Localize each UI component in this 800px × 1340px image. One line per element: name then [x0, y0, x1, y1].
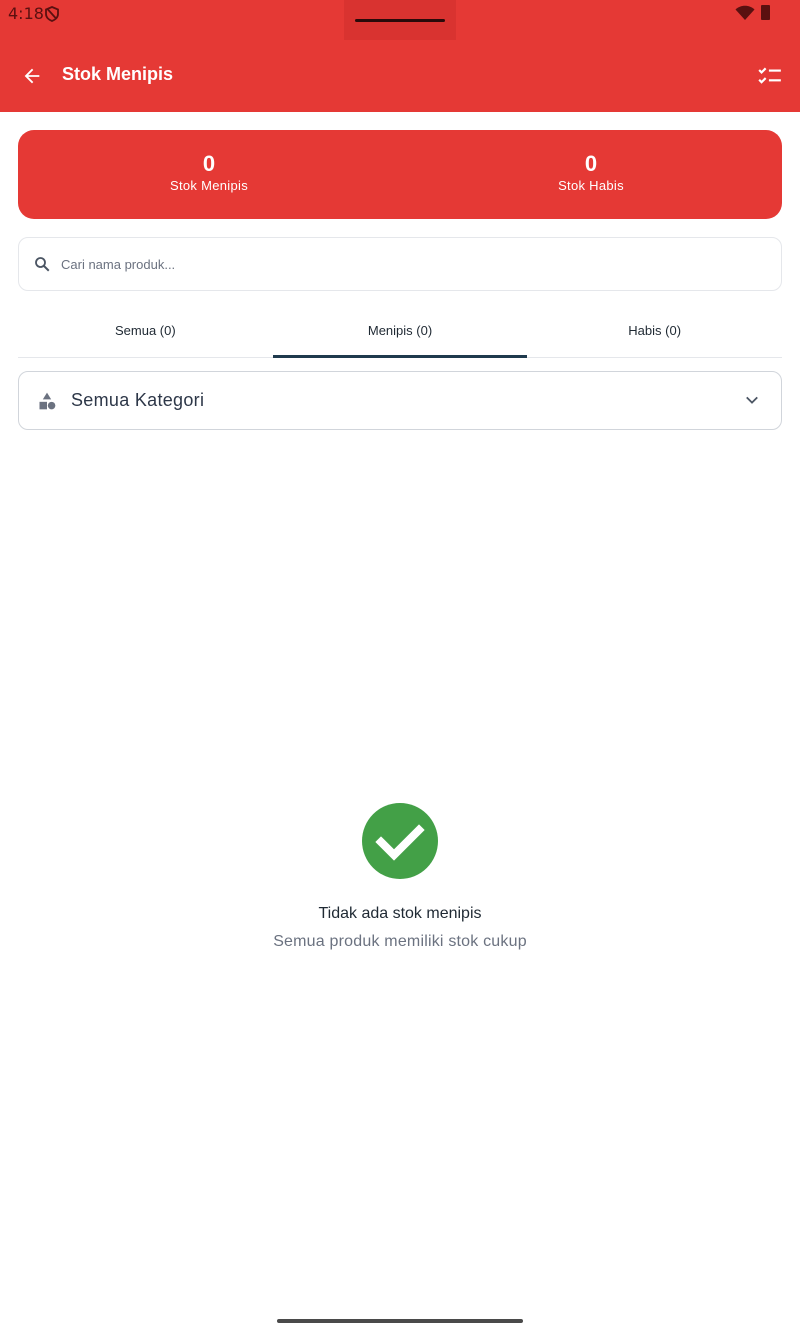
app-bar: 4:18 Stok Menipis	[0, 0, 800, 112]
search-icon	[35, 257, 50, 272]
wifi-icon	[735, 5, 755, 20]
tab-out-of-stock[interactable]: Habis (0)	[527, 304, 782, 357]
empty-state-title: Tidak ada stok menipis	[318, 905, 482, 922]
out-of-stock-label: Stok Habis	[558, 178, 624, 193]
home-indicator[interactable]	[277, 1319, 523, 1323]
out-of-stock-count: 0	[584, 151, 598, 176]
page-title: Stok Menipis	[62, 64, 174, 84]
stock-summary-card: 0 Stok Menipis 0 Stok Habis	[18, 130, 782, 219]
category-icon	[39, 392, 56, 409]
category-dropdown[interactable]: Semua Kategori	[18, 371, 782, 430]
checklist-icon	[758, 67, 781, 84]
empty-state-subtitle: Semua produk memiliki stok cukup	[273, 933, 527, 950]
low-stock-count: 0	[202, 151, 216, 176]
select-mode-button[interactable]	[754, 60, 786, 92]
notch-indicator	[355, 19, 445, 22]
out-of-stock-summary: 0 Stok Habis	[400, 130, 782, 219]
chevron-down-icon	[746, 396, 758, 404]
empty-state: Tidak ada stok menipis Semua produk memi…	[0, 803, 800, 951]
tab-low-stock[interactable]: Menipis (0)	[272, 304, 528, 358]
tab-all[interactable]: Semua (0)	[18, 304, 273, 357]
shield-icon	[45, 6, 59, 22]
category-selected-label: Semua Kategori	[71, 390, 205, 410]
status-time: 4:18	[8, 4, 44, 23]
battery-icon	[761, 5, 770, 20]
check-circle-icon	[362, 803, 438, 879]
arrow-back-icon	[24, 68, 40, 84]
search-input[interactable]	[61, 256, 721, 272]
stock-tabs: Semua (0) Menipis (0) Habis (0)	[18, 304, 782, 358]
back-button[interactable]	[16, 60, 48, 92]
low-stock-summary: 0 Stok Menipis	[18, 130, 400, 219]
search-box[interactable]	[18, 237, 782, 291]
low-stock-label: Stok Menipis	[169, 178, 249, 193]
